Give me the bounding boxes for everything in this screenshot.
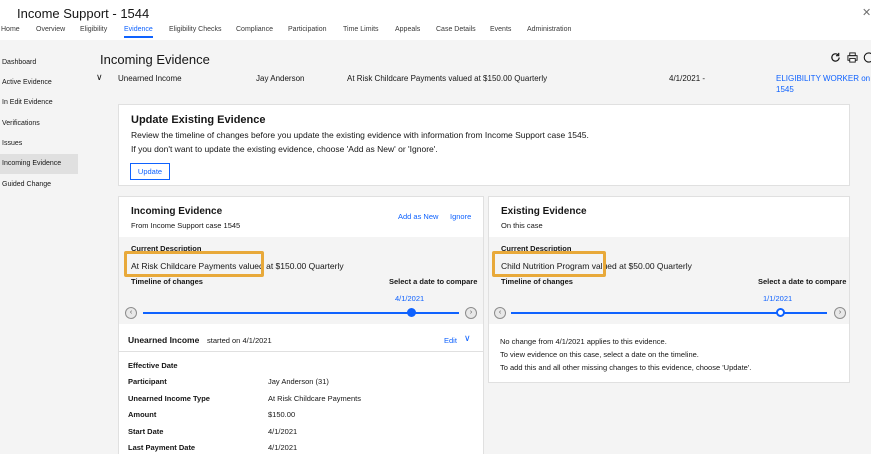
refresh-icon[interactable] bbox=[830, 52, 841, 66]
detail-value: 4/1/2021 bbox=[268, 427, 298, 436]
chevron-down-icon[interactable]: ∨ bbox=[464, 333, 471, 344]
evidence-sidebar: Dashboard Active Evidence In Edit Eviden… bbox=[0, 40, 92, 454]
tab-case-details[interactable]: Case Details bbox=[436, 26, 476, 33]
evidence-owner-link-line2[interactable]: 1545 bbox=[776, 85, 794, 94]
detail-label: Unearned Income Type bbox=[128, 394, 210, 403]
update-existing-panel: Update Existing Evidence Review the time… bbox=[118, 104, 850, 186]
case-tabs: Home Overview Eligibility Evidence Eligi… bbox=[0, 24, 871, 40]
update-panel-text-1: Review the timeline of changes before yo… bbox=[131, 130, 589, 140]
incoming-description-highlight bbox=[124, 251, 264, 277]
help-icon[interactable] bbox=[863, 52, 871, 66]
tab-appeals[interactable]: Appeals bbox=[395, 26, 420, 33]
incoming-card-title: Incoming Evidence bbox=[131, 206, 223, 217]
sidebar-item-dashboard[interactable]: Dashboard bbox=[0, 53, 78, 73]
existing-card-subtitle: On this case bbox=[501, 221, 543, 230]
detail-label: Last Payment Date bbox=[128, 443, 196, 452]
existing-timeline-label: Timeline of changes bbox=[501, 277, 573, 286]
existing-message-1: No change from 4/1/2021 applies to this … bbox=[500, 337, 667, 346]
tab-compliance[interactable]: Compliance bbox=[236, 26, 273, 33]
tab-time-limits[interactable]: Time Limits bbox=[343, 26, 379, 33]
detail-row: Effective Date bbox=[119, 361, 483, 375]
incoming-evidence-card: Incoming Evidence From Income Support ca… bbox=[118, 196, 484, 454]
case-title: Income Support - 1544 bbox=[17, 6, 150, 21]
detail-value: $150.00 bbox=[268, 410, 296, 419]
sidebar-item-in-edit-evidence[interactable]: In Edit Evidence bbox=[0, 93, 78, 113]
tab-eligibility[interactable]: Eligibility bbox=[80, 26, 107, 33]
detail-row: Amount $150.00 bbox=[119, 410, 483, 424]
evidence-participant: Jay Anderson bbox=[256, 74, 305, 83]
add-as-new-link[interactable]: Add as New bbox=[398, 212, 438, 221]
evidence-description: At Risk Childcare Payments valued at $15… bbox=[347, 74, 548, 83]
detail-row: Participant Jay Anderson (31) bbox=[119, 377, 483, 391]
existing-message-2: To view evidence on this case, select a … bbox=[500, 350, 699, 359]
sidebar-item-active-evidence[interactable]: Active Evidence bbox=[0, 73, 78, 93]
evidence-owner-link[interactable]: ELIGIBILITY WORKER on bbox=[776, 74, 870, 83]
tab-home[interactable]: Home bbox=[1, 26, 20, 33]
update-panel-text-2: If you don't want to update the existing… bbox=[131, 144, 438, 154]
print-icon[interactable] bbox=[847, 52, 858, 66]
detail-row: Unearned Income Type At Risk Childcare P… bbox=[119, 394, 483, 408]
tab-participation[interactable]: Participation bbox=[288, 26, 327, 33]
timeline-next-arrow-icon[interactable]: › bbox=[834, 307, 846, 319]
page-title: Incoming Evidence bbox=[100, 52, 210, 67]
existing-evidence-card: Existing Evidence On this case Current D… bbox=[488, 196, 850, 383]
incoming-selected-date: 4/1/2021 bbox=[395, 294, 425, 303]
ignore-link[interactable]: Ignore bbox=[450, 212, 471, 221]
detail-value: 4/1/2021 bbox=[268, 443, 298, 452]
tab-evidence[interactable]: Evidence bbox=[124, 26, 153, 38]
update-button[interactable]: Update bbox=[130, 163, 170, 180]
detail-row: Start Date 4/1/2021 bbox=[119, 427, 483, 441]
unearned-income-started: started on 4/1/2021 bbox=[207, 336, 272, 345]
existing-message-3: To add this and all other missing change… bbox=[500, 363, 752, 372]
incoming-card-subtitle: From Income Support case 1545 bbox=[131, 221, 241, 230]
detail-row: Last Payment Date 4/1/2021 bbox=[119, 443, 483, 454]
evidence-type: Unearned Income bbox=[118, 74, 182, 83]
existing-selected-date: 1/1/2021 bbox=[763, 294, 793, 303]
incoming-timeline-label: Timeline of changes bbox=[131, 277, 203, 286]
section-divider bbox=[119, 351, 483, 352]
sidebar-item-incoming-evidence[interactable]: Incoming Evidence bbox=[0, 154, 78, 174]
unearned-income-section-title: Unearned Income bbox=[128, 335, 200, 345]
incoming-timeline-point[interactable] bbox=[407, 308, 416, 317]
evidence-period: 4/1/2021 - bbox=[669, 74, 706, 83]
timeline-next-arrow-icon[interactable]: › bbox=[465, 307, 477, 319]
sidebar-item-guided-change[interactable]: Guided Change bbox=[0, 175, 78, 195]
existing-timeline-point[interactable] bbox=[776, 308, 785, 317]
sidebar-item-issues[interactable]: Issues bbox=[0, 134, 78, 154]
detail-value: Jay Anderson (31) bbox=[268, 377, 329, 386]
detail-label: Amount bbox=[128, 410, 157, 419]
existing-card-title: Existing Evidence bbox=[501, 206, 587, 217]
tab-eligibility-checks[interactable]: Eligibility Checks bbox=[169, 26, 222, 33]
chevron-down-icon[interactable]: ∨ bbox=[96, 72, 103, 83]
detail-label: Effective Date bbox=[128, 361, 178, 370]
evidence-row: ∨ Unearned Income Jay Anderson At Risk C… bbox=[92, 69, 871, 99]
edit-link[interactable]: Edit bbox=[444, 336, 457, 345]
sidebar-item-verifications[interactable]: Verifications bbox=[0, 114, 78, 134]
incoming-compare-label: Select a date to compare bbox=[389, 277, 478, 286]
tab-administration[interactable]: Administration bbox=[527, 26, 571, 33]
timeline-prev-arrow-icon[interactable]: ‹ bbox=[125, 307, 137, 319]
detail-label: Participant bbox=[128, 377, 167, 386]
app-root: { "header":{"title":"Income Support - 15… bbox=[0, 0, 871, 454]
update-panel-title: Update Existing Evidence bbox=[131, 114, 266, 126]
timeline-prev-arrow-icon[interactable]: ‹ bbox=[494, 307, 506, 319]
close-icon[interactable]: ✕ bbox=[862, 6, 871, 19]
tab-events[interactable]: Events bbox=[490, 26, 511, 33]
existing-compare-label: Select a date to compare bbox=[758, 277, 847, 286]
tab-overview[interactable]: Overview bbox=[36, 26, 65, 33]
detail-value: At Risk Childcare Payments bbox=[268, 394, 361, 403]
detail-label: Start Date bbox=[128, 427, 164, 436]
existing-description-highlight bbox=[492, 251, 606, 277]
